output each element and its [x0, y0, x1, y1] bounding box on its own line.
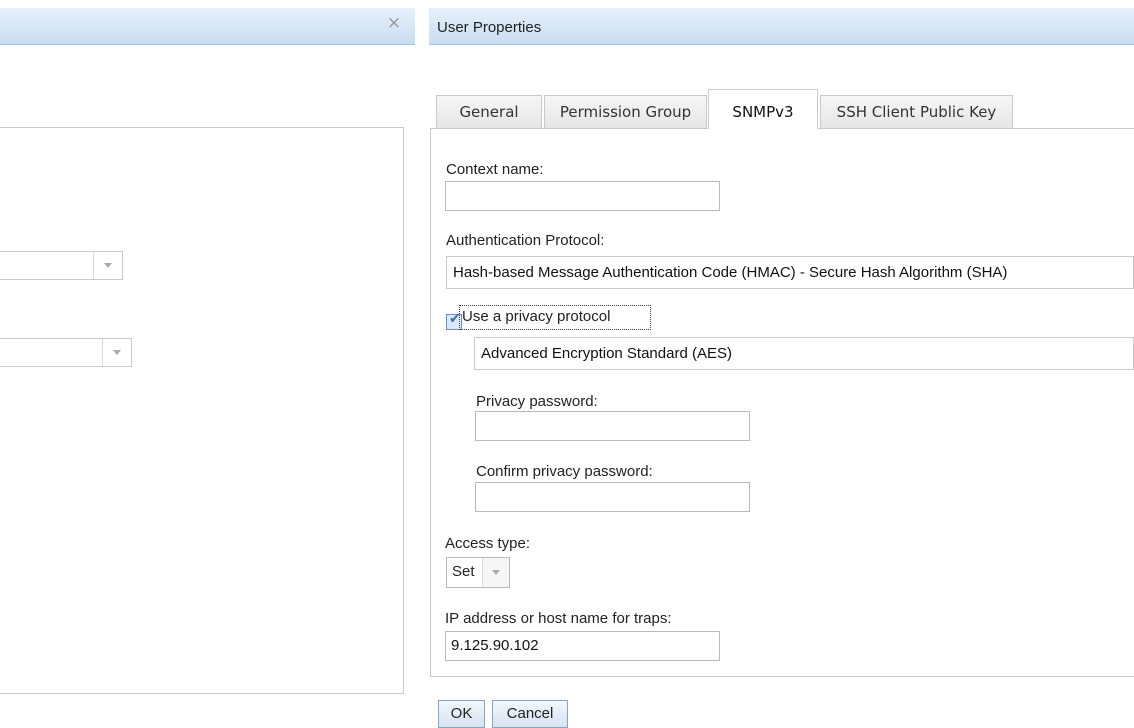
privacy-password-label: Privacy password: [476, 393, 598, 410]
left-dialog-titlebar [0, 8, 415, 45]
cancel-button[interactable]: Cancel [492, 700, 568, 728]
chevron-down-icon [482, 558, 509, 587]
tab-permission-group[interactable]: Permission Group [544, 95, 707, 129]
left-dialog-panel [0, 127, 404, 694]
access-type-select[interactable]: Set [446, 557, 510, 588]
privacy-protocol-label[interactable]: Use a privacy protocol [462, 308, 610, 325]
tab-ssh-client-public-key[interactable]: SSH Client Public Key [820, 95, 1013, 129]
context-name-input[interactable] [445, 181, 720, 211]
trap-host-label: IP address or host name for traps: [445, 610, 672, 627]
close-icon[interactable]: × [382, 12, 406, 36]
trap-host-input[interactable]: 9.125.90.102 [445, 631, 720, 661]
privacy-password-input[interactable] [475, 411, 750, 441]
auth-protocol-select[interactable]: Hash-based Message Authentication Code (… [446, 256, 1134, 289]
confirm-privacy-password-label: Confirm privacy password: [476, 463, 653, 480]
tab-general[interactable]: General [436, 95, 542, 129]
left-dropdown-1[interactable] [0, 251, 123, 280]
left-dropdown-2[interactable] [0, 338, 132, 367]
privacy-protocol-select[interactable]: Advanced Encryption Standard (AES) [474, 337, 1134, 370]
access-type-label: Access type: [445, 535, 531, 552]
auth-protocol-label: Authentication Protocol: [446, 232, 605, 249]
confirm-privacy-password-input[interactable] [475, 482, 750, 512]
context-name-label: Context name: [446, 161, 544, 178]
chevron-down-icon [102, 339, 131, 366]
chevron-down-icon [93, 252, 122, 279]
tab-snmpv3[interactable]: SNMPv3 [708, 89, 818, 129]
ok-button[interactable]: OK [438, 700, 485, 728]
access-type-value: Set [452, 563, 475, 580]
dialog-title: User Properties [437, 19, 542, 36]
